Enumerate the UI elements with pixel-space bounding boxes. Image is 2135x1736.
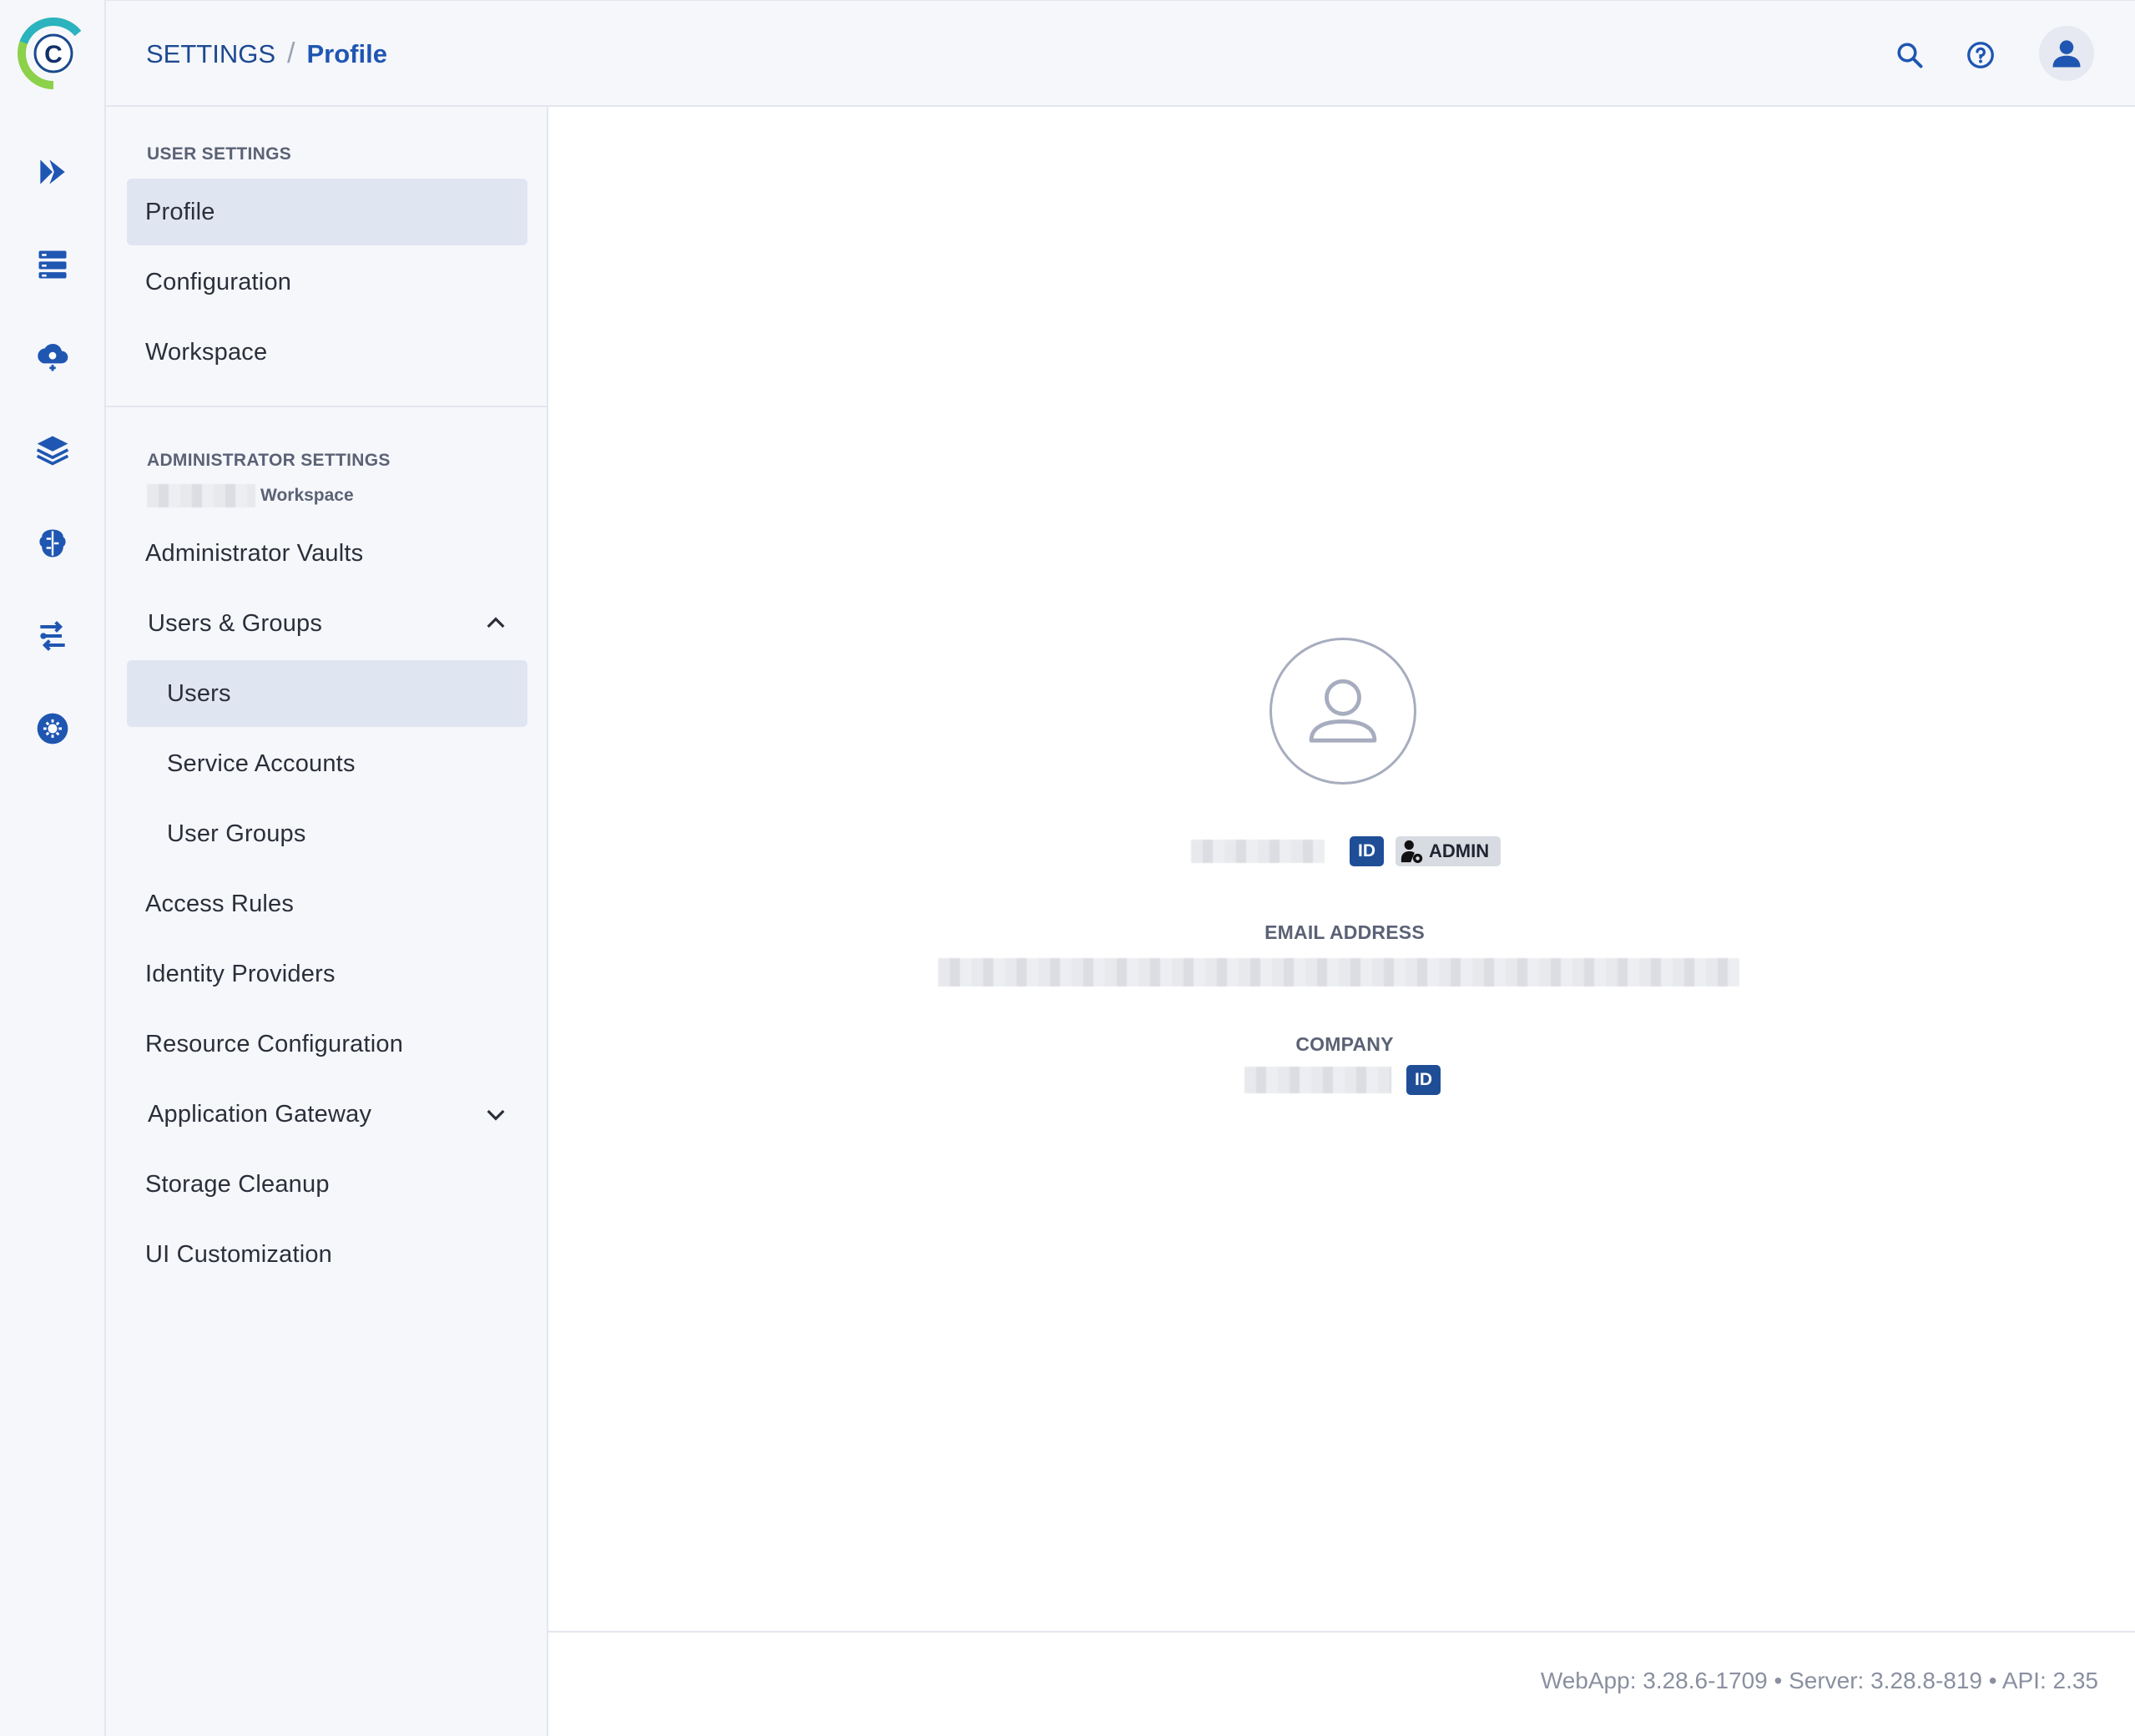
sidebar-item-workspace[interactable]: Workspace: [127, 319, 527, 386]
footer-divider: [548, 1631, 2135, 1633]
version-info: WebApp: 3.28.6-1709 • Server: 3.28.8-819…: [1540, 1668, 2098, 1693]
sidebar-item-storage-cleanup[interactable]: Storage Cleanup: [127, 1151, 527, 1218]
breadcrumb-profile: Profile: [306, 38, 387, 68]
user-avatar-button[interactable]: [2039, 26, 2094, 81]
sidebar-item-identity-providers[interactable]: Identity Providers: [127, 941, 527, 1007]
datasets-icon[interactable]: [27, 239, 78, 290]
app-logo[interactable]: C: [12, 12, 95, 95]
company-label: COMPANY: [1295, 1033, 1394, 1055]
company-row: ID: [1244, 1065, 1441, 1095]
user-icon: [2052, 40, 2081, 68]
breadcrumb: SETTINGS / Profile: [146, 38, 387, 70]
sidebar-item-ui-customization[interactable]: UI Customization: [127, 1221, 527, 1288]
pipelines-icon[interactable]: [27, 146, 78, 198]
redacted-email-value: [938, 958, 1739, 987]
top-header: SETTINGS / Profile: [106, 0, 2135, 107]
sidebar-item-service-accounts[interactable]: Service Accounts: [127, 730, 527, 797]
app-rail: C: [0, 0, 106, 1736]
sidebar-item-configuration[interactable]: Configuration: [127, 249, 527, 315]
sidebar-item-administrator-vaults[interactable]: Administrator Vaults: [127, 520, 527, 587]
sidebar-group-users-groups-label: Users & Groups: [148, 609, 323, 637]
sidebar-item-profile[interactable]: Profile: [127, 179, 527, 245]
sidebar-item-user-groups[interactable]: User Groups: [127, 800, 527, 867]
admin-settings-title: ADMINISTRATOR SETTINGS: [147, 451, 391, 470]
user-name-row: ID ADMIN: [1191, 835, 1502, 868]
chevron-up-icon: [487, 617, 505, 628]
breadcrumb-settings[interactable]: SETTINGS: [146, 39, 275, 69]
company-id-badge[interactable]: ID: [1406, 1065, 1441, 1095]
sidebar-divider: [106, 406, 547, 407]
settings-sidebar: USER SETTINGS Profile Configuration Work…: [106, 107, 548, 1736]
user-id-badge[interactable]: ID: [1350, 836, 1384, 866]
redacted-company-name: [1244, 1067, 1391, 1093]
workflow-icon[interactable]: [27, 610, 78, 662]
admin-role-badge: ADMIN: [1396, 836, 1502, 866]
help-icon: [1967, 42, 1994, 68]
redacted-workspace-name: [147, 484, 255, 507]
profile-avatar: [1269, 638, 1416, 785]
search-icon: [1897, 43, 1923, 68]
profile-panel: ID ADMIN EMAIL ADDRESS COMPANY ID WebApp…: [548, 107, 2135, 1736]
help-button[interactable]: [1958, 33, 2003, 78]
person-outline-icon: [1309, 679, 1377, 743]
settings-icon[interactable]: [27, 703, 78, 754]
sidebar-group-application-gateway-label: Application Gateway: [148, 1100, 372, 1128]
sidebar-item-access-rules[interactable]: Access Rules: [127, 871, 527, 937]
cloud-orchestration-icon[interactable]: [27, 331, 78, 383]
chevron-down-icon: [487, 1109, 505, 1121]
admin-gear-icon: [1401, 840, 1423, 864]
sidebar-group-application-gateway[interactable]: Application Gateway: [127, 1081, 527, 1148]
admin-role-label: ADMIN: [1429, 840, 1490, 861]
breadcrumb-separator: /: [287, 38, 295, 69]
sidebar-group-users-groups[interactable]: Users & Groups: [127, 590, 527, 657]
sidebar-item-resource-configuration[interactable]: Resource Configuration: [127, 1011, 527, 1077]
search-button[interactable]: [1887, 33, 1932, 78]
redacted-user-name: [1191, 840, 1325, 863]
sidebar-item-users[interactable]: Users: [127, 660, 527, 727]
admin-workspace-name: Workspace: [147, 484, 354, 507]
svg-text:C: C: [44, 41, 63, 68]
email-label: EMAIL ADDRESS: [1264, 921, 1425, 943]
brain-icon[interactable]: [27, 517, 78, 569]
layers-icon[interactable]: [27, 424, 78, 476]
admin-workspace-suffix: Workspace: [260, 486, 354, 505]
user-settings-title: USER SETTINGS: [147, 144, 292, 164]
